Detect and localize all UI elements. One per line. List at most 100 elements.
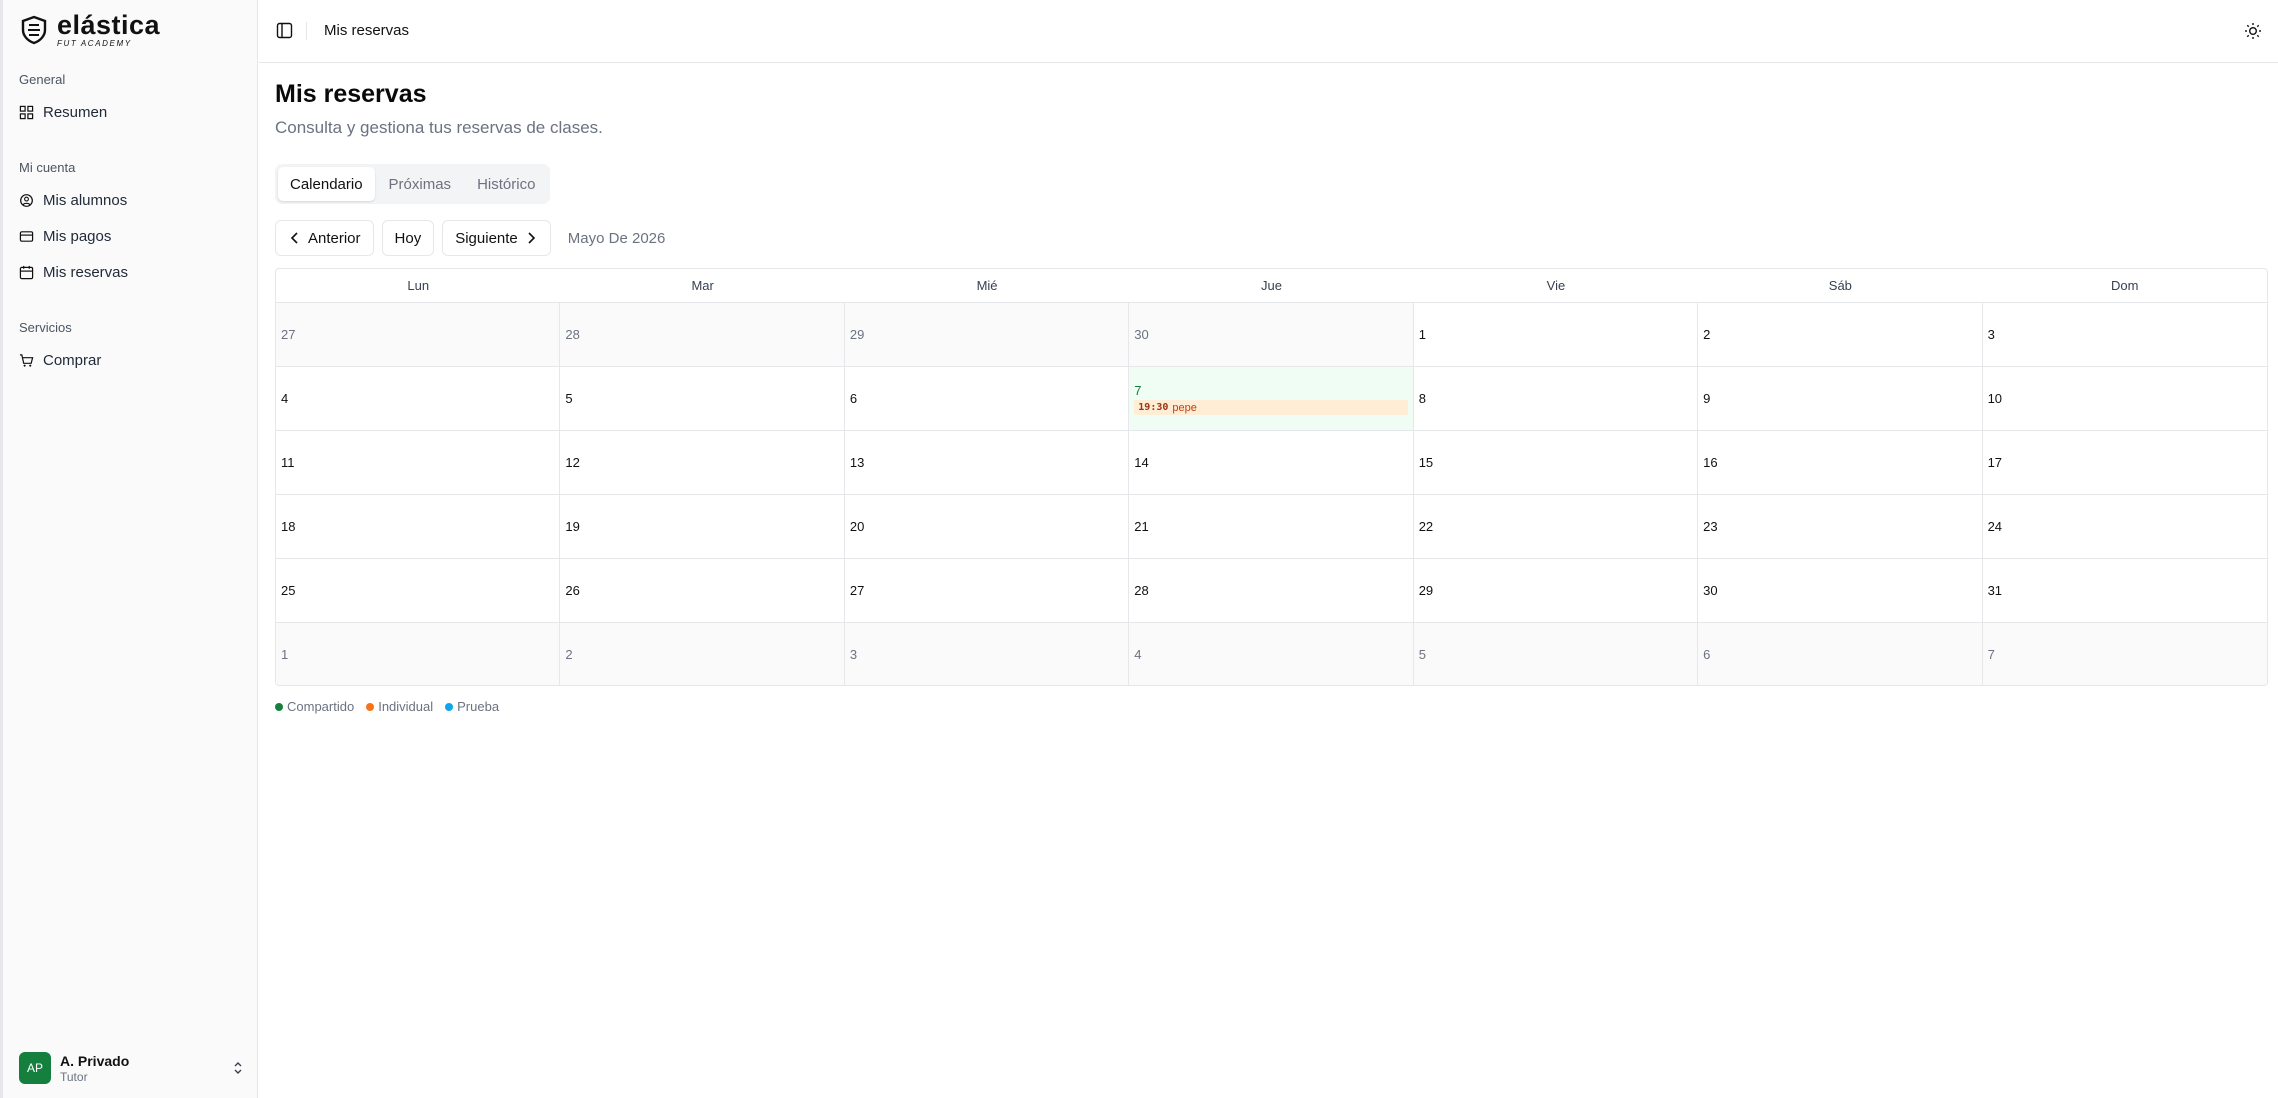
tab-calendario[interactable]: Calendario [278,167,375,201]
calendar-day[interactable]: 7 [1982,623,2267,685]
calendar-day[interactable]: 3 [844,623,1130,685]
legend-dot [445,702,454,711]
calendar-day[interactable]: 9 [1698,367,1983,431]
calendar-day[interactable]: 14 [1129,431,1414,495]
calendar-day[interactable]: 8 [1413,367,1699,431]
avatar: AP [19,1052,51,1084]
calendar-day[interactable]: 26 [560,559,845,623]
calendar-day[interactable]: 27 [276,303,561,367]
sidebar: elástica FUT ACADEMY General Resumen Mi … [0,0,258,1098]
sidebar-item-mis-pagos[interactable]: Mis pagos [19,224,111,248]
sidebar-toggle-icon[interactable] [276,22,293,39]
tab-proximas[interactable]: Próximas [377,167,464,201]
calendar-day[interactable]: 16 [1698,431,1983,495]
credit-card-icon [19,230,34,242]
calendar-day[interactable]: 10 [1982,367,2267,431]
calendar-day[interactable]: 21 [1129,495,1414,559]
event-time: 19:30 [1138,402,1169,413]
day-number: 26 [565,583,580,598]
day-number: 22 [1418,519,1434,534]
sidebar-item-resumen[interactable]: Resumen [19,100,107,124]
brand-logo[interactable]: elástica FUT ACADEMY [19,12,160,48]
day-number: 7 [1987,647,1995,662]
calendar-day[interactable]: 1 [276,623,561,685]
calendar-day[interactable]: 19 [560,495,845,559]
calendar-day[interactable]: 2 [560,623,845,685]
calendar-day[interactable]: 17 [1982,431,2267,495]
sidebar-item-mis-reservas[interactable]: Mis reservas [19,260,128,284]
nav-section-general: General [19,72,66,87]
header-divider [306,22,307,40]
day-number: 4 [281,391,289,406]
calendar-day[interactable]: 11 [276,431,561,495]
previous-month-label: Anterior [308,229,361,247]
page-title: Mis reservas [275,80,427,108]
today-button[interactable]: Hoy [381,220,435,256]
weekday-label: Mié [976,278,998,293]
view-tabs: Calendario Próximas Histórico [275,164,551,204]
calendar-day[interactable]: 5 [560,367,845,431]
calendar-day[interactable]: 13 [844,431,1130,495]
sidebar-item-comprar[interactable]: Comprar [19,348,101,372]
previous-month-button[interactable]: Anterior [275,220,374,256]
calendar-day[interactable]: 28 [1129,559,1414,623]
legend-item-prueba: Prueba [445,699,499,714]
breadcrumb: Mis reservas [324,22,410,39]
day-number: 10 [1987,391,2003,406]
calendar-day[interactable]: 4 [276,367,561,431]
user-menu[interactable]: AP A. Privado Tutor [19,1052,245,1084]
day-number: 7 [1134,383,1142,398]
calendar-day[interactable]: 6 [844,367,1130,431]
day-number: 27 [849,583,865,598]
brand-tagline: FUT ACADEMY [57,39,132,48]
calendar-grid: 27 28 29 30 1 2 3 4 5 6 7 19:30 pepe 8 9… [276,303,2267,685]
calendar-day[interactable]: 5 [1413,623,1699,685]
calendar-day[interactable]: 2 [1698,303,1983,367]
day-number: 6 [1703,647,1711,662]
calendar-day[interactable]: 18 [276,495,561,559]
sun-icon[interactable] [2244,22,2262,40]
calendar-day[interactable]: 3 [1982,303,2267,367]
day-number: 3 [1987,327,1995,342]
day-number: 15 [1418,455,1434,470]
day-number: 8 [1418,391,1426,406]
chevrons-up-down-icon [234,1062,242,1074]
calendar-day[interactable]: 30 [1698,559,1983,623]
day-number: 27 [281,327,296,342]
month-calendar: Lun Mar Mié Jue Vie Sáb Dom 27 28 29 30 … [275,268,2268,686]
calendar-day[interactable]: 1 [1413,303,1699,367]
legend-dot [275,702,283,711]
day-number: 5 [565,391,573,406]
legend-dot [366,702,375,711]
calendar-legend: Compartido Individual Prueba [275,699,499,714]
today-label: Hoy [394,229,422,247]
calendar-day[interactable]: 15 [1413,431,1699,495]
calendar-day[interactable]: 23 [1698,495,1983,559]
user-role: Tutor [60,1069,88,1084]
calendar-day[interactable]: 12 [560,431,845,495]
calendar-day[interactable]: 20 [844,495,1130,559]
calendar-day[interactable]: 6 [1698,623,1983,685]
next-month-button[interactable]: Siguiente [442,220,551,256]
calendar-day[interactable]: 31 [1982,559,2267,623]
day-number: 30 [1134,327,1149,342]
calendar-day[interactable]: 27 [844,559,1130,623]
weekday-header: Lun Mar Mié Jue Vie Sáb Dom [276,269,2267,303]
weekday-label: Sáb [1828,278,1852,293]
calendar-day[interactable]: 24 [1982,495,2267,559]
calendar-day[interactable]: 22 [1413,495,1699,559]
cart-icon [19,353,34,367]
weekday-label: Dom [2111,278,2139,293]
tab-historico[interactable]: Histórico [465,167,547,201]
reservation-event[interactable]: 19:30 pepe [1134,400,1408,415]
day-number: 9 [1703,391,1711,406]
calendar-day[interactable]: 4 [1129,623,1414,685]
sidebar-item-mis-alumnos[interactable]: Mis alumnos [19,188,127,212]
calendar-day[interactable]: 29 [844,303,1130,367]
calendar-day[interactable]: 25 [276,559,561,623]
calendar-day[interactable]: 29 [1413,559,1699,623]
calendar-day[interactable]: 28 [560,303,845,367]
calendar-day-today[interactable]: 7 19:30 pepe [1129,367,1414,431]
page-subtitle: Consulta y gestiona tus reservas de clas… [275,118,603,137]
calendar-day[interactable]: 30 [1129,303,1414,367]
